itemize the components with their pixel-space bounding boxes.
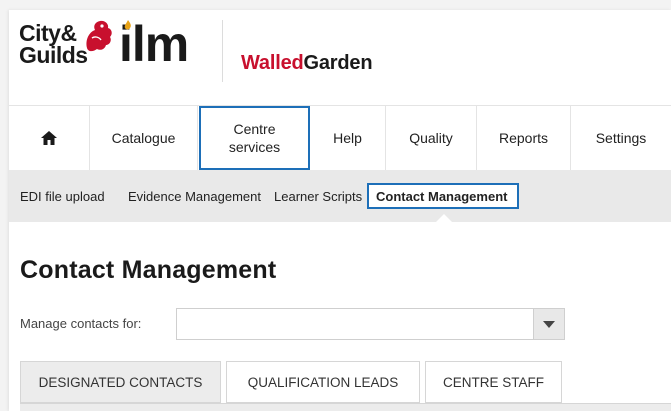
city-and-guilds-logo[interactable]: City& Guilds [19,20,112,82]
dropdown-toggle[interactable] [533,309,564,339]
nav-item-settings[interactable]: Settings [571,106,671,170]
nav-item-quality[interactable]: Quality [386,106,477,170]
subnav-item-evidence-management[interactable]: Evidence Management [128,170,261,222]
manage-contacts-select[interactable] [176,308,565,340]
tab-centre-staff[interactable]: CENTRE STAFF [425,361,562,403]
tab-designated-contacts[interactable]: DESIGNATED CONTACTS [20,361,221,403]
brand-part2: Garden [303,52,373,74]
sub-nav: EDI file upload Evidence Management Lear… [9,170,671,222]
ilm-logo[interactable]: ilm [119,14,209,84]
tab-qualification-leads[interactable]: QUALIFICATION LEADS [226,361,420,403]
nav-item-label: Reports [498,130,549,146]
subnav-item-label: Learner Scripts [274,188,363,204]
nav-item-label: Help [333,130,362,146]
tab-label: DESIGNATED CONTACTS [38,374,203,390]
subnav-item-contact-management[interactable]: Contact Management [367,183,519,209]
main-nav: Catalogue Centre services Help Quality R… [9,105,671,171]
active-subnav-indicator [436,214,452,222]
subnav-item-label: Evidence Management [128,188,261,204]
header-divider [222,20,223,82]
nav-item-label: Quality [409,130,453,146]
chevron-down-icon [543,320,555,328]
nav-item-label: Settings [595,130,647,146]
subnav-item-label: EDI file upload [20,188,105,204]
app-frame: City& Guilds ilm WalledGarden Catalogue … [9,10,671,411]
subnav-item-edi-file-upload[interactable]: EDI file upload [20,170,105,222]
ilm-flame-icon [124,20,131,30]
nav-item-label: Centre services [228,121,281,155]
page-title: Contact Management [20,256,277,284]
manage-contacts-label: Manage contacts for: [20,316,142,331]
tab-label: QUALIFICATION LEADS [247,374,399,390]
brand-part1: Walled [241,52,304,74]
nav-item-centre-services[interactable]: Centre services [199,106,310,170]
subnav-item-label: Contact Management [376,188,508,204]
home-icon [41,131,57,145]
nav-item-help[interactable]: Help [310,106,386,170]
walled-garden-brand[interactable]: WalledGarden [241,52,373,75]
nav-item-catalogue[interactable]: Catalogue [90,106,198,170]
subnav-item-learner-scripts[interactable]: Learner Scripts [274,170,362,222]
logo-cg-line2: Guilds [19,42,88,68]
tab-label: CENTRE STAFF [443,374,544,390]
nav-item-home[interactable] [9,106,90,170]
lion-icon [86,20,112,52]
nav-item-label: Catalogue [111,130,176,146]
site-header: City& Guilds ilm WalledGarden [9,10,671,105]
contact-tabs: DESIGNATED CONTACTS QUALIFICATION LEADS … [20,361,671,411]
logo-cg-line1: City& [19,20,77,46]
tab-panel [20,404,671,411]
nav-item-reports[interactable]: Reports [477,106,571,170]
